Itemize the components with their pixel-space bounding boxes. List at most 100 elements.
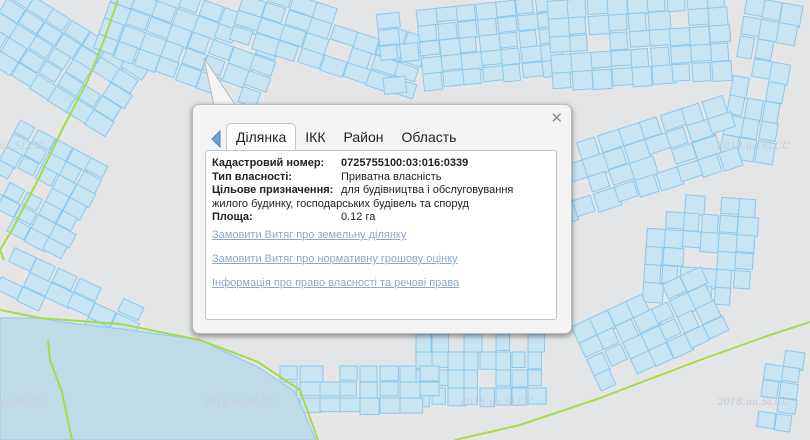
- land-parcel[interactable]: [644, 245, 664, 268]
- land-parcel[interactable]: [570, 51, 595, 74]
- land-parcel[interactable]: [775, 21, 799, 47]
- land-parcel[interactable]: [527, 333, 545, 353]
- tab-district[interactable]: Район: [335, 124, 393, 151]
- land-parcel[interactable]: [382, 75, 408, 95]
- land-parcel[interactable]: [607, 13, 628, 32]
- land-parcel[interactable]: [339, 397, 363, 413]
- land-parcel[interactable]: [359, 381, 378, 400]
- land-parcel[interactable]: [521, 60, 545, 79]
- land-parcel[interactable]: [437, 21, 459, 41]
- land-parcel[interactable]: [571, 69, 594, 91]
- land-parcel[interactable]: [682, 212, 700, 232]
- land-parcel[interactable]: [399, 397, 424, 414]
- land-parcel[interactable]: [442, 69, 466, 88]
- land-parcel[interactable]: [420, 55, 445, 76]
- land-parcel[interactable]: [379, 44, 399, 62]
- land-parcel[interactable]: [760, 379, 780, 399]
- land-parcel[interactable]: [714, 268, 733, 290]
- land-parcel[interactable]: [664, 211, 687, 230]
- land-parcel[interactable]: [398, 41, 420, 63]
- land-parcel[interactable]: [761, 0, 783, 22]
- land-parcel[interactable]: [643, 263, 662, 285]
- triangle-left-icon[interactable]: [211, 127, 225, 151]
- land-parcel[interactable]: [740, 117, 761, 141]
- land-parcel[interactable]: [666, 0, 686, 13]
- land-parcel[interactable]: [417, 23, 438, 43]
- land-parcel[interactable]: [662, 246, 685, 267]
- land-parcel[interactable]: [716, 250, 738, 272]
- tab-parcel[interactable]: Ділянка: [226, 123, 297, 151]
- land-parcel[interactable]: [415, 333, 432, 354]
- land-parcel[interactable]: [683, 194, 706, 217]
- land-parcel[interactable]: [516, 13, 540, 32]
- land-parcel[interactable]: [650, 46, 671, 69]
- land-parcel[interactable]: [496, 15, 518, 34]
- land-parcel[interactable]: [511, 351, 526, 368]
- land-parcel[interactable]: [518, 29, 538, 49]
- land-parcel[interactable]: [687, 7, 711, 26]
- land-parcel[interactable]: [495, 369, 511, 387]
- land-parcel[interactable]: [691, 61, 712, 83]
- land-parcel[interactable]: [447, 369, 466, 389]
- land-parcel[interactable]: [645, 227, 668, 249]
- land-parcel[interactable]: [551, 71, 572, 90]
- land-parcel[interactable]: [527, 351, 542, 370]
- land-parcel[interactable]: [527, 369, 542, 387]
- land-parcel[interactable]: [431, 351, 450, 368]
- land-parcel[interactable]: [671, 63, 691, 82]
- land-parcel[interactable]: [399, 381, 421, 399]
- land-parcel[interactable]: [718, 214, 739, 234]
- land-parcel[interactable]: [501, 63, 522, 83]
- land-parcel[interactable]: [435, 5, 459, 23]
- land-parcel[interactable]: [610, 49, 633, 67]
- land-parcel[interactable]: [379, 397, 402, 414]
- land-parcel[interactable]: [586, 0, 610, 16]
- land-parcel[interactable]: [631, 65, 653, 88]
- land-parcel[interactable]: [566, 0, 587, 19]
- land-parcel[interactable]: [375, 11, 401, 30]
- land-parcel[interactable]: [415, 7, 439, 27]
- ownership-rights-info-link[interactable]: Інформація про право власності та речові…: [212, 277, 459, 289]
- land-parcel[interactable]: [514, 0, 534, 15]
- land-parcel[interactable]: [379, 381, 399, 397]
- tab-region[interactable]: Область: [393, 124, 466, 151]
- land-parcel[interactable]: [707, 6, 729, 28]
- land-parcel[interactable]: [754, 38, 775, 61]
- land-parcel[interactable]: [462, 67, 483, 86]
- land-parcel[interactable]: [720, 196, 742, 216]
- land-parcel[interactable]: [608, 31, 629, 51]
- land-parcel[interactable]: [418, 39, 441, 57]
- tab-ikk[interactable]: ІКК: [296, 124, 334, 151]
- land-parcel[interactable]: [419, 381, 440, 397]
- land-parcel[interactable]: [495, 351, 512, 372]
- land-parcel[interactable]: [431, 333, 449, 354]
- land-parcel[interactable]: [699, 231, 720, 254]
- land-parcel[interactable]: [735, 234, 756, 254]
- land-parcel[interactable]: [377, 27, 401, 47]
- land-parcel[interactable]: [700, 213, 720, 235]
- land-parcel[interactable]: [762, 363, 785, 383]
- land-parcel[interactable]: [500, 47, 521, 66]
- land-parcel[interactable]: [736, 35, 756, 60]
- land-parcel[interactable]: [590, 50, 613, 69]
- land-parcel[interactable]: [319, 54, 348, 78]
- land-parcel[interactable]: [419, 365, 440, 382]
- land-parcel[interactable]: [495, 333, 511, 351]
- land-parcel[interactable]: [732, 269, 752, 290]
- land-parcel[interactable]: [299, 381, 322, 397]
- land-parcel[interactable]: [463, 333, 483, 354]
- land-parcel[interactable]: [709, 42, 730, 63]
- land-parcel[interactable]: [567, 16, 587, 35]
- land-parcel[interactable]: [681, 230, 702, 249]
- land-parcel[interactable]: [319, 397, 343, 413]
- land-parcel[interactable]: [648, 28, 672, 47]
- land-parcel[interactable]: [495, 0, 517, 18]
- land-parcel[interactable]: [299, 365, 324, 384]
- land-parcel[interactable]: [339, 365, 358, 381]
- land-parcel[interactable]: [480, 49, 503, 67]
- land-parcel[interactable]: [455, 3, 477, 22]
- order-valuation-extract-link[interactable]: Замовити Витяг про нормативну грошову оц…: [212, 253, 458, 265]
- land-parcel[interactable]: [734, 251, 754, 271]
- land-parcel[interactable]: [379, 365, 399, 382]
- land-parcel[interactable]: [689, 43, 713, 63]
